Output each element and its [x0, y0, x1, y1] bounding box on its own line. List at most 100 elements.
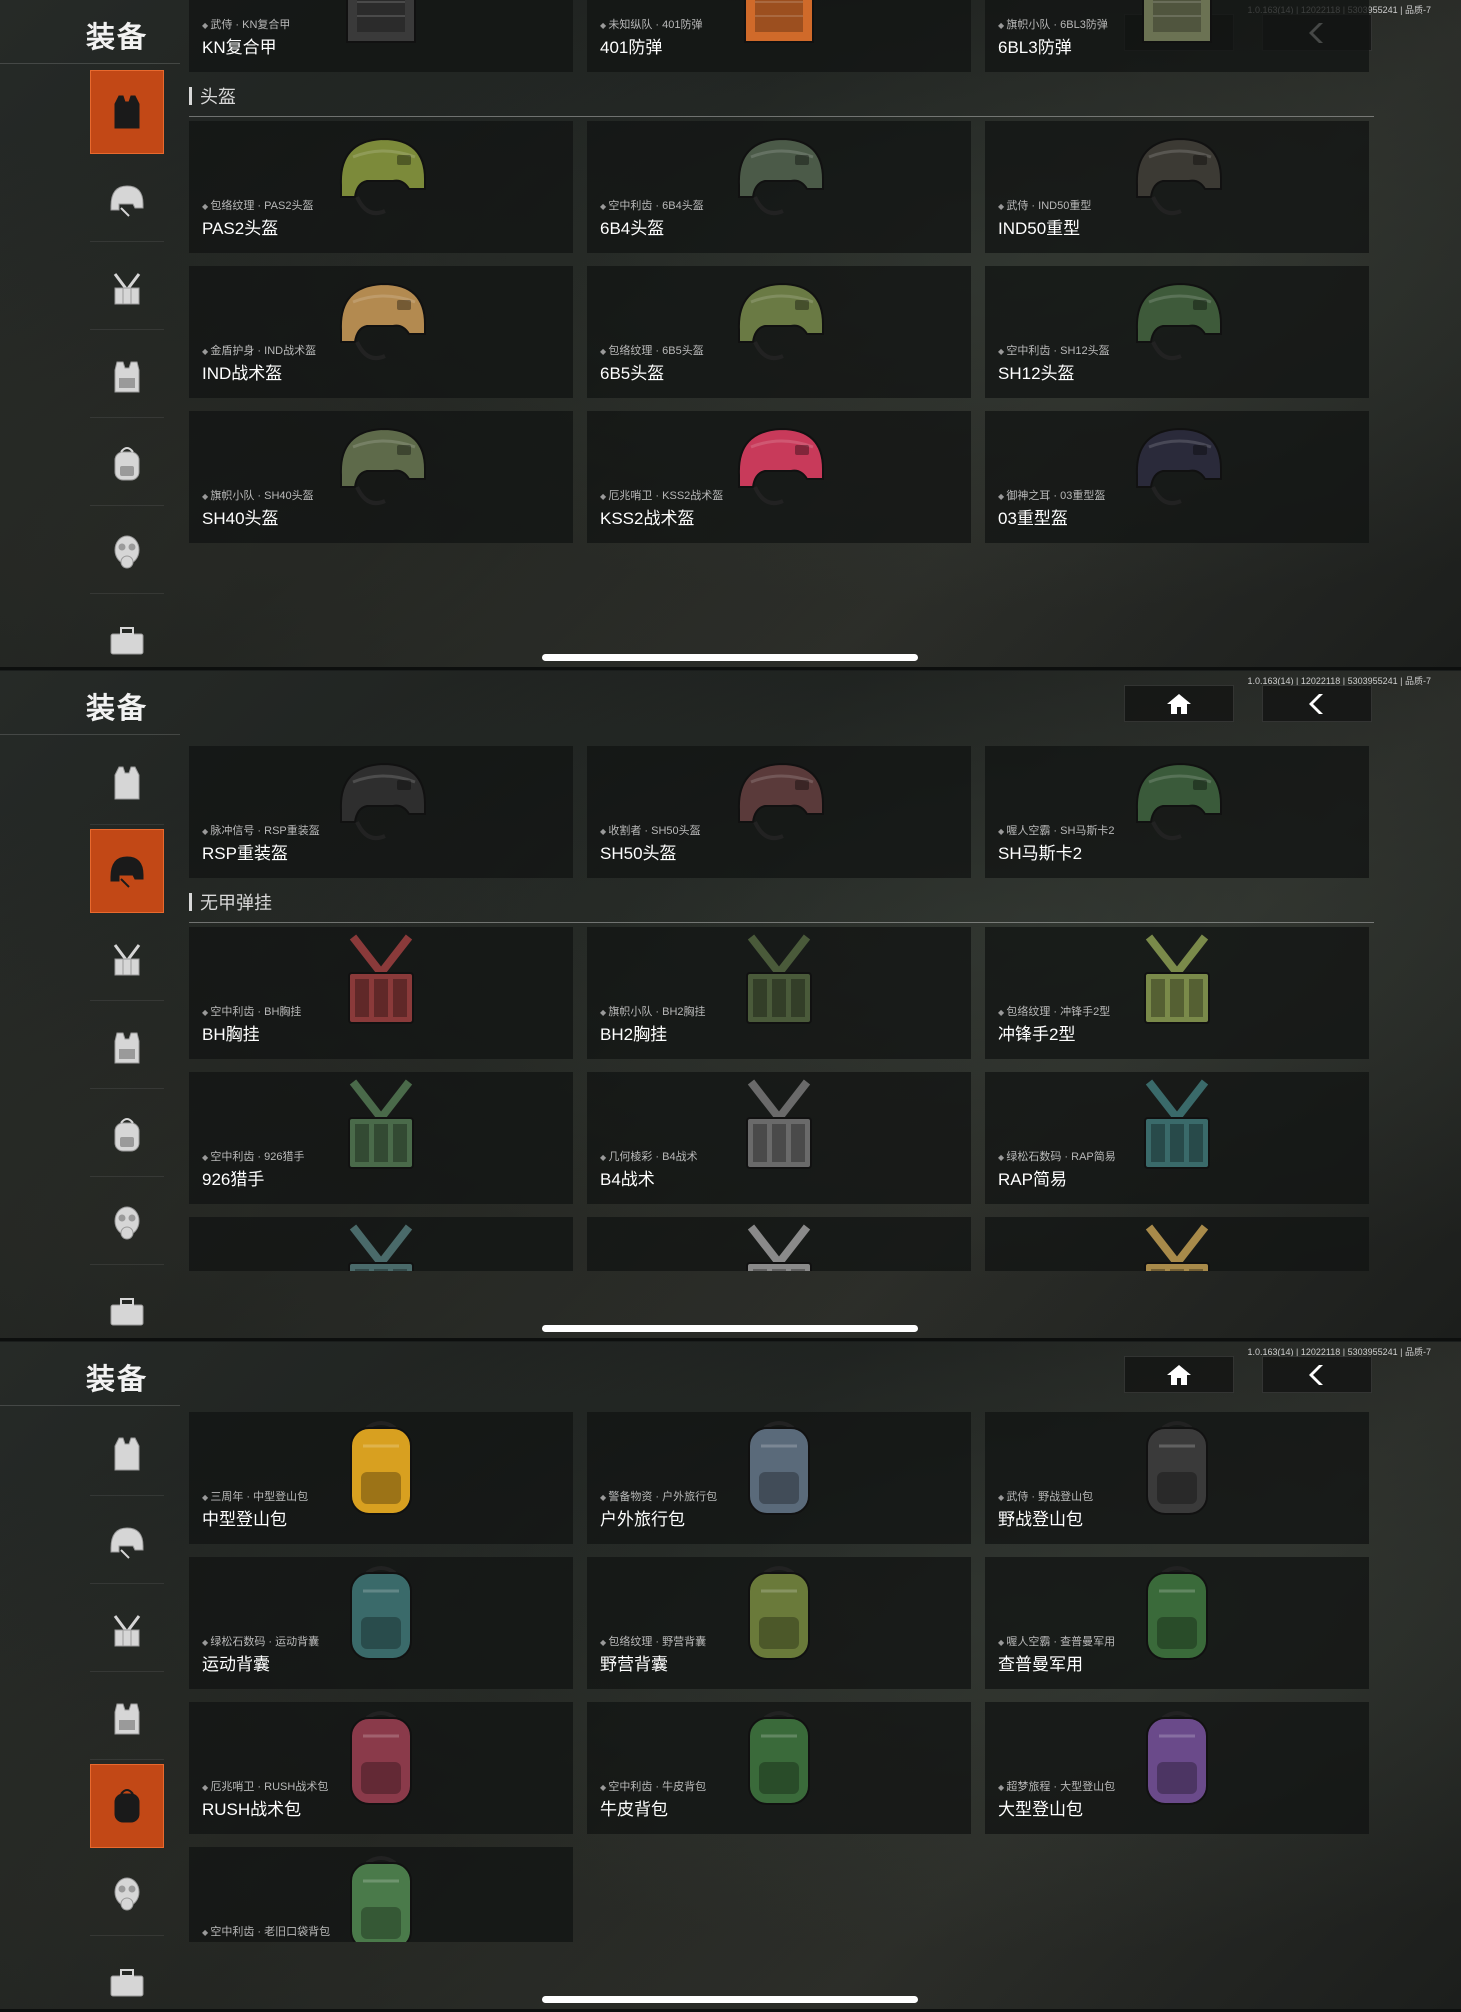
item-card[interactable]: 警备物资 · 户外旅行包户外旅行包: [587, 1412, 971, 1544]
sidebar-tab-chest-rig[interactable]: [90, 1588, 164, 1672]
armor-vest-icon: [744, 0, 814, 43]
chest-rig-icon: [348, 934, 414, 1024]
sidebar-tab-backpack[interactable]: [90, 1093, 164, 1177]
item-subtitle: 厄兆哨卫 · RUSH战术包: [202, 1778, 328, 1794]
item-card[interactable]: 武侍 · KN复合甲 KN复合甲: [189, 0, 573, 72]
sidebar-tab-backpack[interactable]: [90, 1764, 164, 1848]
item-name: SH50头盔: [600, 844, 677, 863]
sidebar-tab-plate-carrier[interactable]: [90, 1676, 164, 1760]
item-card[interactable]: 厄兆哨卫 · RUSH战术包 RUSH战术包: [189, 1702, 573, 1834]
item-card[interactable]: 金盾护身 · IND战术盔 IND战术盔: [189, 266, 573, 398]
item-card[interactable]: 空中利齿 · 牛皮背包牛皮背包: [587, 1702, 971, 1834]
gas-mask-icon: [114, 1206, 140, 1239]
item-card[interactable]: 几何棱彩 · B4战术 B4战术: [587, 1072, 971, 1204]
item-card[interactable]: [985, 1217, 1369, 1271]
item-subtitle: 喔人空霸 · 查普曼军用: [998, 1633, 1115, 1649]
backpack-icon: [748, 1566, 810, 1660]
item-subtitle: 未知纵队 · 401防弹: [600, 16, 702, 32]
item-card[interactable]: 包络纹理 · 野营背囊野营背囊: [587, 1557, 971, 1689]
chest-rig-icon: [746, 934, 812, 1024]
item-name: 6BL3防弹: [998, 38, 1072, 57]
item-card[interactable]: 空中利齿 · 926猎手 926猎手: [189, 1072, 573, 1204]
sidebar-tab-toolbox[interactable]: [90, 1269, 164, 1341]
plate-carrier-icon: [114, 1703, 140, 1734]
item-subtitle: 脉冲信号 · RSP重装盔: [202, 822, 319, 838]
item-name: 野战登山包: [998, 1510, 1083, 1529]
item-card[interactable]: 收割者 · SH50头盔 SH50头盔: [587, 746, 971, 878]
item-card[interactable]: 空中利齿 · 老旧口袋背包老旧口袋背包: [189, 1847, 573, 1942]
sidebar-tab-gas-mask[interactable]: [90, 1852, 164, 1936]
item-card[interactable]: 旗帜小队 · SH40头盔 SH40头盔: [189, 411, 573, 543]
category-sidebar: [90, 70, 164, 670]
item-name: 6B5头盔: [600, 364, 665, 383]
sidebar-tab-gas-mask[interactable]: [90, 1181, 164, 1265]
item-card[interactable]: 御神之耳 · 03重型盔 03重型盔: [985, 411, 1369, 543]
backpack-icon: [748, 1711, 810, 1805]
chest-rig-icon: [113, 1614, 141, 1646]
helmet-icon: [737, 762, 824, 841]
home-indicator[interactable]: [542, 654, 918, 661]
item-card[interactable]: 包络纹理 · 6B5头盔 6B5头盔: [587, 266, 971, 398]
item-card[interactable]: 空中利齿 · SH12头盔 SH12头盔: [985, 266, 1369, 398]
sidebar-tab-toolbox[interactable]: [90, 1940, 164, 2012]
item-card[interactable]: 包络纹理 · 冲锋手2型冲锋手2型: [985, 927, 1369, 1059]
item-card[interactable]: 旗帜小队 · BH2胸挂 BH2胸挂: [587, 927, 971, 1059]
item-card[interactable]: 超梦旅程 · 大型登山包大型登山包: [985, 1702, 1369, 1834]
item-card[interactable]: 武侍 · IND50重型 IND50重型: [985, 121, 1369, 253]
sidebar-tab-gas-mask[interactable]: [90, 510, 164, 594]
sidebar-tab-plate-carrier[interactable]: [90, 334, 164, 418]
item-subtitle: 包络纹理 · 冲锋手2型: [998, 1003, 1110, 1019]
armor-vest-icon: [1142, 0, 1212, 43]
item-subtitle: 御神之耳 · 03重型盔: [998, 487, 1105, 503]
item-name: 野营背囊: [600, 1655, 668, 1674]
backpack-icon: [1146, 1421, 1208, 1515]
item-card[interactable]: 绿松石数码 · 运动背囊运动背囊: [189, 1557, 573, 1689]
item-card[interactable]: 三周年 · 中型登山包中型登山包: [189, 1412, 573, 1544]
item-name: BH胸挂: [202, 1025, 260, 1044]
item-card[interactable]: 包络纹理 · PAS2头盔 PAS2头盔: [189, 121, 573, 253]
sidebar-tab-helmet[interactable]: [90, 829, 164, 913]
chest-rig-icon: [746, 1079, 812, 1169]
sidebar-tab-vest[interactable]: [90, 70, 164, 154]
item-card[interactable]: 旗帜小队 · 6BL3防弹 6BL3防弹: [985, 0, 1369, 72]
item-name: 401防弹: [600, 38, 663, 57]
vest-icon: [114, 1437, 140, 1470]
item-card[interactable]: [587, 1217, 971, 1271]
item-card[interactable]: 脉冲信号 · RSP重装盔 RSP重装盔: [189, 746, 573, 878]
item-card[interactable]: [189, 1217, 573, 1271]
title-divider: [0, 1405, 180, 1406]
item-subtitle: 空中利齿 · BH胸挂: [202, 1003, 301, 1019]
item-subtitle: 武侍 · 野战登山包: [998, 1488, 1093, 1504]
item-card[interactable]: 喔人空霸 · SH马斯卡2 SH马斯卡2: [985, 746, 1369, 878]
item-subtitle: 包络纹理 · PAS2头盔: [202, 197, 313, 213]
item-name: 03重型盔: [998, 509, 1068, 528]
item-card[interactable]: 绿松石数码 · RAP简易 RAP简易: [985, 1072, 1369, 1204]
home-indicator[interactable]: [542, 1325, 918, 1332]
sidebar-tab-vest[interactable]: [90, 741, 164, 825]
item-card[interactable]: 未知纵队 · 401防弹 401防弹: [587, 0, 971, 72]
sidebar-tab-toolbox[interactable]: [90, 598, 164, 670]
sidebar-tab-backpack[interactable]: [90, 422, 164, 506]
item-name: IND50重型: [998, 219, 1081, 238]
item-grid-area: 三周年 · 中型登山包中型登山包 警备物资 · 户外旅行包户外旅行包 武侍 · …: [189, 1412, 1374, 1942]
item-card[interactable]: 厄兆哨卫 · KSS2战术盔 KSS2战术盔: [587, 411, 971, 543]
armor-grid: 武侍 · KN复合甲 KN复合甲 未知纵队 · 401防弹 401防弹 旗帜小队 ·…: [189, 0, 1374, 72]
sidebar-tab-chest-rig[interactable]: [90, 246, 164, 330]
vest-icon: [114, 95, 140, 129]
sidebar-tab-plate-carrier[interactable]: [90, 1005, 164, 1089]
sidebar-tab-chest-rig[interactable]: [90, 917, 164, 1001]
sidebar-tab-helmet[interactable]: [90, 1500, 164, 1584]
item-card[interactable]: 空中利齿 · BH胸挂 BH胸挂: [189, 927, 573, 1059]
chest-rig-grid: 空中利齿 · BH胸挂 BH胸挂 旗帜小队 · BH2胸挂 BH2胸挂 包络纹理 ·…: [189, 927, 1374, 1271]
item-card[interactable]: 武侍 · 野战登山包野战登山包: [985, 1412, 1369, 1544]
sidebar-tab-vest[interactable]: [90, 1412, 164, 1496]
item-subtitle: 空中利齿 · 老旧口袋背包: [202, 1923, 330, 1939]
home-indicator[interactable]: [542, 1996, 918, 2003]
item-card[interactable]: 空中利齿 · 6B4头盔 6B4头盔: [587, 121, 971, 253]
item-name: 老旧口袋背包: [202, 1940, 304, 1942]
backpack-icon: [1146, 1711, 1208, 1805]
sidebar-tab-helmet[interactable]: [90, 158, 164, 242]
item-name: RUSH战术包: [202, 1800, 302, 1819]
item-card[interactable]: 喔人空霸 · 查普曼军用查普曼军用: [985, 1557, 1369, 1689]
helmet-icon: [1135, 427, 1222, 506]
